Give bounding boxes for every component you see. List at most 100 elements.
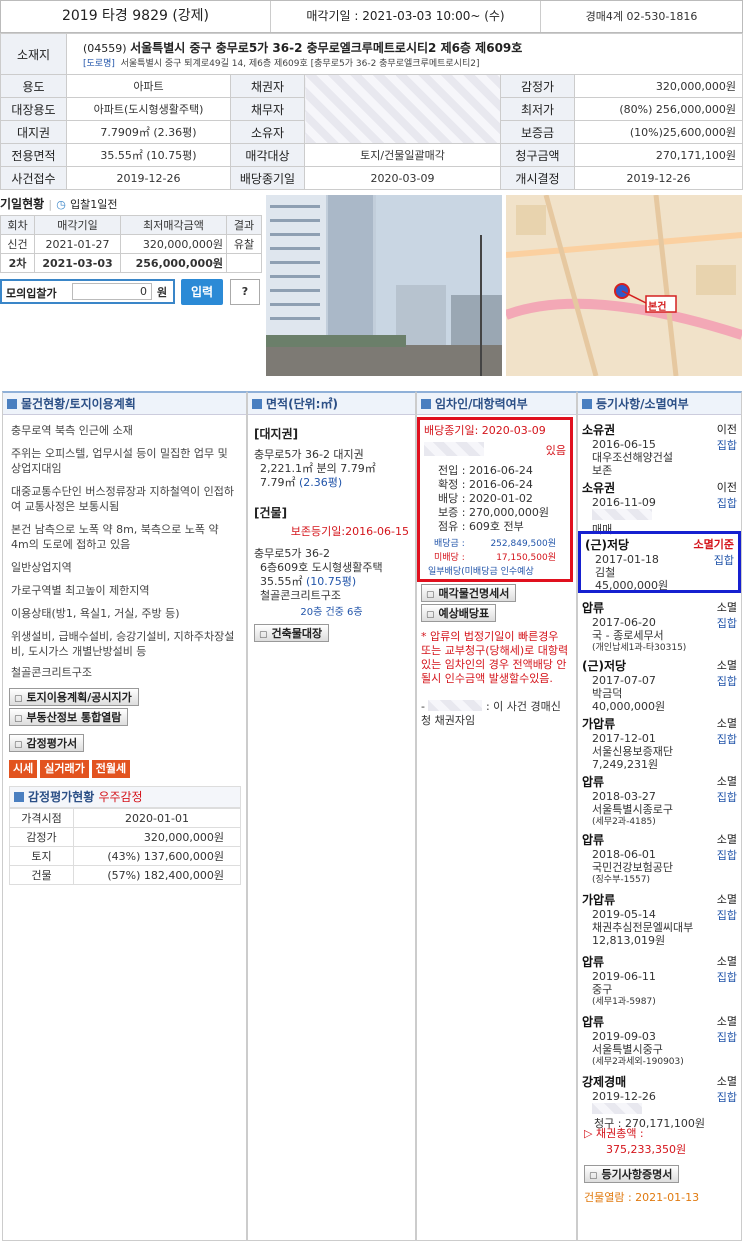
appraisal-header: 감정평가현황 우주감정 <box>9 786 241 808</box>
land-plan-button[interactable]: 토지이용계획/공시지가 <box>9 688 139 706</box>
partial-dividend-note: 일부배당(미배당금 인수예상 <box>428 567 534 577</box>
status-line: 주위는 오피스텔, 업무시설 등이 밀집한 업무 및 상업지대임 <box>11 447 228 475</box>
mock-bid-label: 모의입찰가 <box>6 287 57 300</box>
status-line: 이용상태(방1, 욕실1, 거실, 주방 등) <box>11 607 180 620</box>
value-usage: 아파트 <box>66 74 231 98</box>
registry-column: 등기사항/소멸여부 소유권 이전 집합 2016-06-15 대우조선해양건설 보존 … <box>577 391 742 1241</box>
land-head: [대지권] <box>254 427 299 441</box>
registry-item: 압류 소멸 집합 2018-06-01 국민건강보험공단 (징수부-1557) <box>582 833 737 885</box>
value-land-right: 7.7909㎡ (2.36평) <box>66 120 231 144</box>
value-register-usage: 아파트(도시형생활주택) <box>66 97 231 121</box>
clock-icon: ◷ <box>56 198 66 211</box>
mock-bid-unit: 원 <box>157 286 168 299</box>
map-image <box>506 195 742 376</box>
registry-item: 압류 소멸 집합 2019-09-03 서울특별시중구 (세무2과세외-190903) <box>582 1015 737 1067</box>
bid-history-table: 회차 매각기일 최저매각금액 결과 신건 2021-01-27 320,000,… <box>0 215 262 273</box>
registry-item: 가압류 소멸 집합 2019-05-14 채권추심전문엘씨대부 12,813,019원 <box>582 893 737 947</box>
section-title: 등기사항/소멸여부 <box>578 393 741 415</box>
creditor-note: - : 이 사건 경매신청 채권자임 <box>421 700 561 727</box>
masked-applicant <box>592 1103 642 1114</box>
dividend-amount: 252,849,500원 <box>490 539 556 549</box>
sale-spec-button[interactable]: 매각물건명세서 <box>421 584 517 602</box>
land-area: 7.79㎡ <box>260 476 296 489</box>
registry-item: 압류 소멸 집합 2018-03-27 서울특별시종로구 (세무2과-4185) <box>582 775 737 827</box>
expected-dividend-button[interactable]: 예상배당표 <box>421 604 497 622</box>
building-photo[interactable] <box>266 195 502 376</box>
appraisal-doc-button[interactable]: 감정평가서 <box>9 734 85 752</box>
tenant-deposit: 보증 : 270,000,000원 <box>438 506 550 519</box>
value-claim: 270,171,100원 <box>574 143 743 167</box>
appraisal-table: 가격시점 2020-01-01 감정가 320,000,000원 토지 (43%) 1… <box>9 808 241 885</box>
status-line: 일반상업지역 <box>11 561 72 574</box>
masked-owner <box>592 509 652 520</box>
tenant-box: 배당종기일: 2020-03-09 있음 전입 : 2016-06-24 확정 … <box>417 417 573 582</box>
building-area: 35.55㎡ <box>260 575 303 588</box>
section-icon <box>252 399 262 409</box>
label-land-right: 대지권 <box>0 120 67 144</box>
section-title: 임차인/대항력여부 <box>417 393 576 415</box>
building-head: [건물] <box>254 506 288 520</box>
market-price-button[interactable]: 시세 <box>9 760 38 778</box>
label-creditor: 채권자 <box>230 74 305 98</box>
value-filed: 2019-12-26 <box>66 166 231 190</box>
label-filed: 사건접수 <box>0 166 67 190</box>
property-info-table: 소재지 (04559) 서울특별시 중구 충무로5가 36-2 충무로엘크루메트… <box>0 33 743 190</box>
area-column: 면적(단위:㎡) [대지권] 충무로5가 36-2 대지권 2,221.1㎡ 분… <box>247 391 416 1241</box>
label-commence: 개시결정 <box>500 166 575 190</box>
label-deposit: 보증금 <box>500 120 575 144</box>
submit-bid-button[interactable]: 입력 <box>181 279 223 305</box>
tenant-moved: 전입 : 2016-06-24 <box>438 464 533 477</box>
location-cell: (04559) 서울특별시 중구 충무로5가 36-2 충무로엘크루메트로시티2… <box>66 33 743 75</box>
bid-header: 최저매각금액 <box>120 215 227 235</box>
registry-item: 소유권 이전 집합 2016-11-09 매매 <box>582 481 737 536</box>
label-dividend-deadline: 배당종기일 <box>230 166 305 190</box>
appraisal-org: 우주감정 <box>98 790 143 804</box>
building-photo-image <box>266 195 502 376</box>
land-pyeong: (2.36평) <box>299 476 343 489</box>
road-address-link[interactable]: [도로명] <box>83 59 115 69</box>
mock-bid-input[interactable]: 0 <box>72 283 152 300</box>
undividend-label: 미배당 : <box>434 553 465 563</box>
rent-button[interactable]: 전월세 <box>91 760 131 778</box>
tenant-exists: 있음 <box>545 444 566 457</box>
status-line: 철골콘크리트구조 <box>11 666 92 679</box>
bid-row: 신건 2021-01-27 320,000,000원 유찰 <box>0 234 262 254</box>
bid-row: 2차 2021-03-03 256,000,000원 <box>0 253 262 273</box>
help-button[interactable]: ? <box>230 279 260 305</box>
real-transaction-button[interactable]: 실거래가 <box>40 760 89 778</box>
location-map[interactable]: 본건 <box>506 195 742 376</box>
registry-item: 압류 소멸 집합 2017-06-20 국 - 종로세무서 (개인납세1과-타3031… <box>582 601 737 653</box>
realestate-info-button[interactable]: 부동산정보 통합열람 <box>9 708 129 726</box>
case-number: 2019 타경 9829 (강제) <box>1 1 271 32</box>
bid-history-title: 기일현황 | ◷ 입찰1일전 <box>0 197 118 211</box>
mock-bid-box: 모의입찰가 0 원 <box>0 279 175 304</box>
zipcode: (04559) <box>83 42 127 55</box>
land-line: 2,221.1㎡ 분의 7.79㎡ <box>260 462 376 475</box>
tenant-occupy: 점유 : 609호 전부 <box>438 520 524 533</box>
value-appraisal: 320,000,000원 <box>574 74 743 98</box>
tenant-confirm: 확정 : 2016-06-24 <box>438 478 533 491</box>
section-title: 면적(단위:㎡) <box>248 393 415 415</box>
status-line: 충무로역 북측 인근에 소재 <box>11 424 133 437</box>
case-header: 2019 타경 9829 (강제) 매각기일 : 2021-03-03 10:0… <box>0 0 743 33</box>
registry-cert-button[interactable]: 등기사항증명서 <box>584 1165 680 1183</box>
registry-item: (근)저당 소멸 집합 2017-07-07 박금덕 40,000,000원 <box>582 659 737 713</box>
address: 서울특별시 중구 충무로5가 36-2 충무로엘크루메트로시티2 제6층 제60… <box>130 41 523 55</box>
tenant-deadline: 배당종기일: 2020-03-09 <box>424 424 546 437</box>
label-appraisal: 감정가 <box>500 74 575 98</box>
status-line: 본건 남측으로 노폭 약 8m, 북측으로 노폭 약 4m의 도로에 접하고 있… <box>11 523 219 551</box>
label-register-usage: 대장용도 <box>0 97 67 121</box>
label-area: 전용면적 <box>0 143 67 167</box>
bid-header: 회차 <box>0 215 35 235</box>
bid-header: 매각기일 <box>34 215 121 235</box>
court-contact: 경매4계 02-530-1816 <box>585 10 698 23</box>
building-line: 철골콘크리트구조 <box>260 589 341 602</box>
location-label: 소재지 <box>0 33 67 75</box>
value-dividend-deadline: 2020-03-09 <box>304 166 501 190</box>
undividend-amount: 17,150,500원 <box>496 553 556 563</box>
toggle-before-day[interactable]: 입찰1일전 <box>70 198 117 211</box>
map-marker-label: 본건 <box>648 302 667 313</box>
label-claim: 청구금액 <box>500 143 575 167</box>
road-address: 서울특별시 중구 퇴계로49길 14, 제6층 제609호 [충무로5가 36-… <box>120 59 480 69</box>
building-register-button[interactable]: 건축물대장 <box>254 624 330 642</box>
